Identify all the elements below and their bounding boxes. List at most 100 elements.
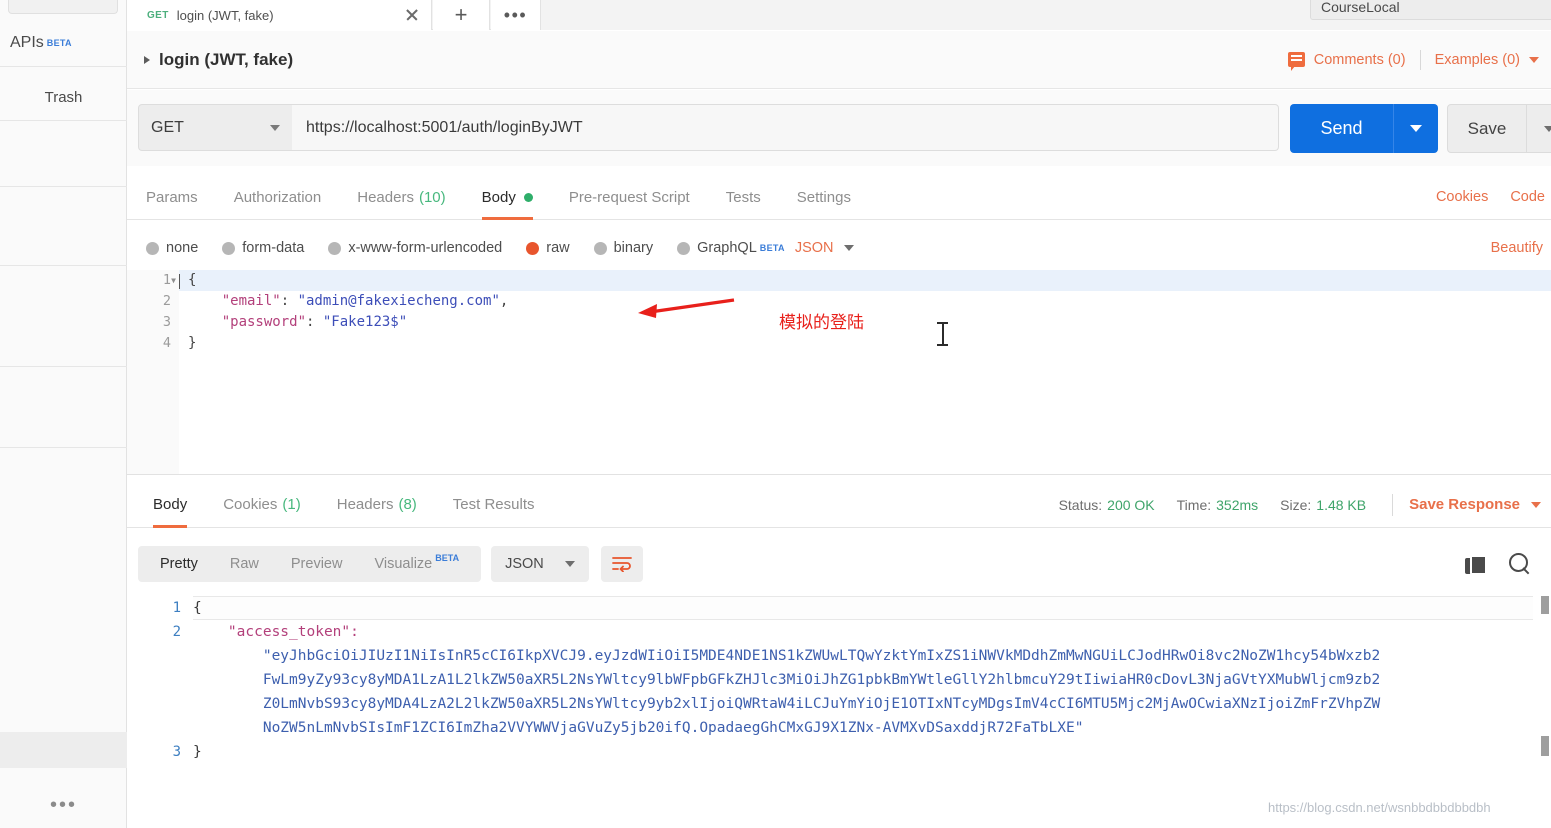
chevron-right-icon[interactable] (144, 55, 150, 64)
tab-body[interactable]: Body (481, 175, 534, 220)
tab-settings[interactable]: Settings (797, 175, 851, 220)
body-type-graphql-label: GraphQL (697, 240, 757, 256)
response-tab-headers-count: (8) (398, 496, 417, 513)
status-badge: 200 OK (1107, 496, 1155, 513)
save-response-button[interactable]: Save Response (1409, 496, 1520, 513)
tab-params[interactable]: Params (146, 175, 198, 220)
wrap-lines-button[interactable] (601, 546, 644, 582)
chevron-down-icon[interactable] (1529, 56, 1539, 63)
tab-pre-request-script[interactable]: Pre-request Script (569, 175, 690, 220)
response-tab-body[interactable]: Body (153, 482, 188, 528)
sidebar-more-button[interactable]: ••• (0, 790, 127, 820)
scrollbar-thumb[interactable] (1541, 736, 1549, 756)
search-icon[interactable] (1509, 553, 1531, 575)
body-type-form-data[interactable]: form-data (222, 240, 304, 256)
response-gutter: 1 2 3 (127, 590, 193, 828)
save-options-button[interactable] (1526, 105, 1551, 152)
examples-button[interactable]: Examples (0) (1435, 52, 1520, 68)
request-body-editor[interactable]: 1 ▼ 2 3 4 { "email": "admin@fakexiecheng… (127, 270, 1551, 475)
sidebar-divider (0, 265, 127, 266)
beta-badge: BETA (435, 553, 460, 563)
tab-strip: GET login (JWT, fake) + ••• CourseLocal … (127, 0, 1551, 30)
response-tab-headers[interactable]: Headers (8) (337, 482, 417, 528)
body-format-select[interactable]: JSON (795, 240, 855, 256)
comments-button[interactable]: Comments (0) (1314, 52, 1406, 68)
url-input[interactable]: https://localhost:5001/auth/loginByJWT (292, 104, 1279, 151)
response-view-visualize[interactable]: Visualize BETA (358, 546, 475, 582)
request-header-bar: login (JWT, fake) Comments (0) Examples … (127, 31, 1551, 89)
response-body-viewer[interactable]: 1 2 3 { "access_token": "eyJhbGciOiJIUzI… (127, 590, 1551, 828)
close-icon[interactable] (403, 6, 421, 24)
tab-body-label: Body (481, 188, 516, 206)
body-type-form-data-label: form-data (242, 240, 305, 256)
response-view-raw[interactable]: Raw (214, 546, 275, 582)
sidebar-divider (0, 366, 127, 367)
response-format-select[interactable]: JSON (491, 546, 590, 582)
send-options-button[interactable] (1393, 104, 1438, 153)
copy-icon[interactable] (1465, 554, 1487, 575)
code-line: } (193, 740, 1551, 764)
response-scrollbar[interactable] (1541, 596, 1549, 828)
response-tab-cookies[interactable]: Cookies (1) (223, 482, 301, 528)
chevron-down-icon[interactable] (1531, 501, 1541, 508)
wrap-lines-icon (612, 557, 632, 572)
chevron-down-icon (1410, 125, 1422, 132)
tab-headers[interactable]: Headers (10) (357, 175, 445, 220)
response-view-pretty[interactable]: Pretty (144, 546, 214, 582)
tab-method-label: GET (147, 9, 169, 21)
fold-icon[interactable]: ▼ (171, 270, 176, 291)
sidebar-divider (0, 66, 127, 67)
body-type-binary[interactable]: binary (593, 240, 653, 256)
time-value: 352ms (1216, 496, 1259, 513)
editor-code-area[interactable]: { "email": "admin@fakexiecheng.com", "pa… (179, 270, 1551, 475)
body-type-urlencoded-label: x-www-form-urlencoded (348, 240, 503, 256)
tab-title-label: login (JWT, fake) (176, 7, 274, 23)
sidebar-item-apis-label: APIs (10, 34, 44, 51)
body-type-none-label: none (166, 240, 199, 256)
sidebar-item-apis[interactable]: APIs BETA (0, 20, 127, 66)
beautify-button[interactable]: Beautify (1491, 240, 1551, 256)
cookies-link[interactable]: Cookies (1436, 189, 1488, 205)
open-brace: { (193, 600, 202, 616)
save-button[interactable]: Save (1447, 104, 1551, 153)
tab-headers-label: Headers (357, 188, 414, 206)
body-type-urlencoded[interactable]: x-www-form-urlencoded (328, 240, 502, 256)
access-token-value-line: Z0LmNvbS93cy8yMDA4LzA2L2lkZW50aXR5L2NsYW… (262, 696, 1381, 712)
radio-icon (593, 241, 607, 255)
new-tab-button[interactable]: + (433, 0, 490, 30)
response-code-area: { "access_token": "eyJhbGciOiJIUzI1NiIsI… (193, 590, 1551, 828)
tab-tests-label: Tests (725, 188, 761, 206)
tab-options-button[interactable]: ••• (491, 0, 541, 30)
request-title-group[interactable]: login (JWT, fake) (127, 50, 293, 70)
request-tab-login-jwt-fake[interactable]: GET login (JWT, fake) (127, 0, 432, 30)
http-method-select[interactable]: GET (138, 104, 293, 151)
response-tab-test-results[interactable]: Test Results (453, 482, 535, 528)
response-view-raw-label: Raw (229, 556, 259, 572)
divider (127, 474, 1551, 475)
send-button-label: Send (1320, 118, 1363, 138)
response-tab-headers-label: Headers (336, 496, 394, 513)
chevron-down-icon (565, 561, 576, 567)
radio-icon (677, 241, 691, 255)
size-value: 1.48 KB (1316, 496, 1367, 513)
body-type-graphql[interactable]: GraphQL BETA (677, 240, 785, 256)
environment-selector[interactable]: CourseLocal ▾ (1310, 0, 1551, 20)
code-link[interactable]: Code (1510, 189, 1545, 205)
code-line: { (193, 596, 1551, 620)
chevron-down-icon (844, 245, 855, 251)
send-button[interactable]: Send (1290, 104, 1438, 153)
page-title: login (JWT, fake) (159, 49, 294, 69)
sidebar-selected-row[interactable] (0, 732, 127, 768)
scrollbar-thumb[interactable] (1541, 596, 1549, 614)
code-line: { (179, 270, 1551, 291)
response-view-pretty-label: Pretty (160, 556, 198, 572)
radio-icon (146, 241, 159, 255)
divider (1419, 49, 1421, 70)
body-type-none[interactable]: none (146, 240, 198, 256)
tab-authorization[interactable]: Authorization (234, 175, 322, 220)
sidebar-item-trash[interactable]: Trash (0, 74, 127, 120)
body-type-raw[interactable]: raw (526, 240, 570, 256)
time-key: Time: (1176, 496, 1212, 513)
response-view-preview[interactable]: Preview (275, 546, 359, 582)
tab-tests[interactable]: Tests (726, 175, 761, 220)
